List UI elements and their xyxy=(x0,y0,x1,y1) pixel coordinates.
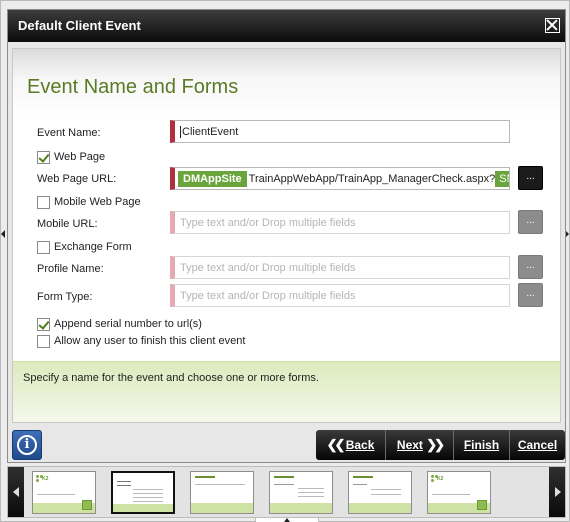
page-thumbnail[interactable] xyxy=(348,471,412,514)
append-serial-checkbox[interactable] xyxy=(37,317,50,331)
wizard-pages-strip: K2 K2 xyxy=(7,466,566,518)
strip-scroll-right-button[interactable] xyxy=(549,467,565,517)
form-type-label: Form Type: xyxy=(37,291,93,303)
page-thumbnail[interactable]: K2 xyxy=(427,471,491,514)
finish-label: Finish xyxy=(463,438,500,452)
info-button[interactable]: i xyxy=(12,430,42,460)
back-label: Back xyxy=(345,438,375,452)
exchange-form-label: Exchange Form xyxy=(54,241,132,253)
dialog: Default Client Event Event Name and Form… xyxy=(7,9,566,463)
triangle-left-icon xyxy=(13,487,19,497)
allow-any-user-option[interactable]: Allow any user to finish this client eve… xyxy=(37,334,245,348)
strip-scroll-left-button[interactable] xyxy=(8,467,24,517)
event-name-label: Event Name: xyxy=(37,127,101,139)
description-strip: Specify a name for the event and choose … xyxy=(13,361,560,422)
page-thumbnail-current[interactable] xyxy=(111,471,175,514)
profile-name-placeholder: Type text and/or Drop multiple fields xyxy=(180,261,356,274)
wizard-window: Default Client Event Event Name and Form… xyxy=(0,0,570,522)
section-heading: Event Name and Forms xyxy=(27,76,239,98)
close-icon[interactable] xyxy=(545,18,560,33)
double-chevron-left-icon: ❮❮ xyxy=(326,437,346,452)
finish-button[interactable]: Finish xyxy=(454,430,510,460)
info-icon: i xyxy=(17,435,37,455)
form-type-input[interactable]: Type text and/or Drop multiple fields xyxy=(170,284,510,307)
profile-name-label: Profile Name: xyxy=(37,263,104,275)
thumbnail-brand: K2 xyxy=(437,476,444,482)
exchange-form-option[interactable]: Exchange Form xyxy=(37,240,132,254)
url-field-token[interactable]: DMAppSite xyxy=(178,170,247,187)
triangle-right-icon xyxy=(555,487,561,497)
content-panel: Event Name and Forms Event Name: ClientE… xyxy=(12,48,561,423)
form-type-browse-button[interactable]: ... xyxy=(518,283,543,307)
append-serial-option[interactable]: Append serial number to url(s) xyxy=(37,317,202,331)
left-edge-arrow-icon[interactable] xyxy=(1,230,5,238)
mobile-web-page-label: Mobile Web Page xyxy=(54,196,141,208)
event-name-value: ClientEvent xyxy=(182,125,239,138)
thumbnail-icon xyxy=(82,500,92,510)
web-page-url-browse-button[interactable]: ... xyxy=(518,166,543,190)
page-thumbnail[interactable] xyxy=(190,471,254,514)
web-page-url-input[interactable]: DMAppSite TrainAppWebApp/TrainApp_Manage… xyxy=(170,167,510,190)
url-tail-token[interactable]: SN xyxy=(495,170,509,187)
mobile-url-browse-button[interactable]: ... xyxy=(518,210,543,234)
cancel-label: Cancel xyxy=(517,438,558,452)
profile-name-input[interactable]: Type text and/or Drop multiple fields xyxy=(170,256,510,279)
dialog-title: Default Client Event xyxy=(18,18,141,33)
mobile-web-page-checkbox[interactable] xyxy=(37,195,50,209)
current-page-indicator-icon xyxy=(255,517,319,522)
url-text: TrainAppWebApp/TrainApp_ManagerCheck.asp… xyxy=(248,172,496,185)
double-chevron-right-icon: ❯❯ xyxy=(426,437,445,452)
append-serial-label: Append serial number to url(s) xyxy=(54,318,202,330)
mobile-url-input[interactable]: Type text and/or Drop multiple fields xyxy=(170,211,510,234)
form-type-placeholder: Type text and/or Drop multiple fields xyxy=(180,289,356,302)
button-bar: i ❮❮ Back Next ❯❯ Finish Cancel xyxy=(12,428,565,462)
mobile-web-page-option[interactable]: Mobile Web Page xyxy=(37,195,141,209)
mobile-url-label: Mobile URL: xyxy=(37,218,98,230)
back-button[interactable]: ❮❮ Back xyxy=(316,430,386,460)
web-page-option[interactable]: Web Page xyxy=(37,150,105,164)
exchange-form-checkbox[interactable] xyxy=(37,240,50,254)
web-page-checkbox[interactable] xyxy=(37,150,50,164)
web-page-label: Web Page xyxy=(54,151,106,163)
text-cursor xyxy=(180,125,181,138)
page-thumbnail[interactable]: K2 xyxy=(32,471,96,514)
next-button[interactable]: Next ❯❯ xyxy=(386,430,454,460)
allow-any-user-label: Allow any user to finish this client eve… xyxy=(54,335,246,347)
page-thumbnail[interactable] xyxy=(269,471,333,514)
web-page-url-label: Web Page URL: xyxy=(37,173,117,185)
thumbnail-brand: K2 xyxy=(42,476,49,482)
thumbnail-icon xyxy=(477,500,487,510)
allow-any-user-checkbox[interactable] xyxy=(37,334,50,348)
event-name-input[interactable]: ClientEvent xyxy=(170,120,510,143)
cancel-button[interactable]: Cancel xyxy=(510,430,565,460)
mobile-url-placeholder: Type text and/or Drop multiple fields xyxy=(180,216,356,229)
section-description: Specify a name for the event and choose … xyxy=(23,372,319,384)
profile-name-browse-button[interactable]: ... xyxy=(518,255,543,279)
next-label: Next xyxy=(396,438,423,452)
title-bar: Default Client Event xyxy=(8,10,565,42)
